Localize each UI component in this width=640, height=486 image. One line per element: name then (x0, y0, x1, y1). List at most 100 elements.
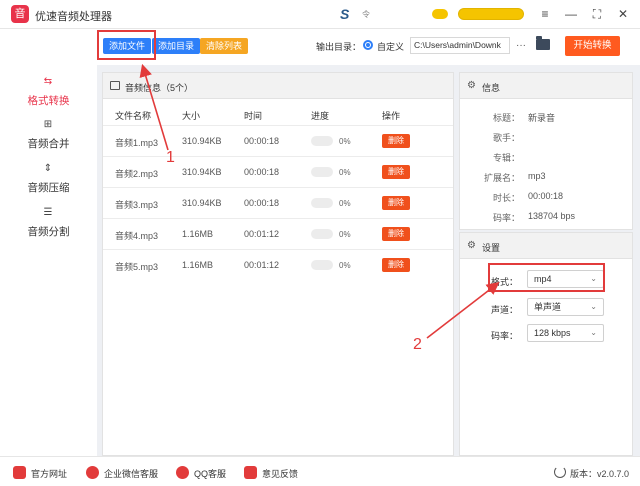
file-name: 音频2.mp3 (115, 169, 159, 179)
gear-icon: ⚙ (467, 240, 476, 251)
delete-button[interactable]: 删除 (382, 196, 410, 210)
file-name: 音频5.mp3 (115, 262, 159, 272)
audio-files-header: 音频信息（5个） (103, 73, 453, 99)
file-time: 00:01:12 (244, 229, 280, 239)
sidebar-item-label: 音频压缩 (27, 182, 70, 194)
audio-files-panel: 音频信息（5个） 文件名称 大小 时间 进度 操作 音频1.mp3 310.94… (102, 72, 454, 456)
channel-value: 单声道 (534, 302, 562, 312)
custom-radio-label[interactable]: 自定义 (377, 40, 404, 53)
file-time: 00:01:12 (244, 260, 280, 270)
column-header-size: 大小 (182, 111, 201, 121)
info-header: ⚙ 信息 (460, 73, 632, 99)
delete-button[interactable]: 删除 (382, 227, 410, 241)
info-key-album: 专辑： (492, 153, 520, 163)
menu-button[interactable]: ≡ (536, 5, 554, 23)
refresh-icon[interactable] (554, 466, 566, 478)
feedback-icon (244, 466, 257, 479)
folder-icon[interactable] (536, 36, 550, 50)
progress-percent: 0% (339, 137, 351, 146)
wechat-icon (86, 466, 99, 479)
sidebar-item-label: 音频分割 (27, 226, 70, 238)
info-value-title: 新录音 (528, 113, 556, 123)
output-dir-label: 输出目录： (316, 42, 362, 52)
info-key-bitrate: 码率： (492, 213, 520, 223)
website-icon (13, 466, 26, 479)
progress-bar (311, 198, 333, 208)
delete-button[interactable]: 删除 (382, 258, 410, 272)
info-value-duration: 00:00:18 (528, 191, 564, 201)
column-header-time: 时间 (244, 111, 263, 121)
app-title: 优速音频处理器 (35, 11, 112, 23)
file-name: 音频4.mp3 (115, 231, 159, 241)
version-label: 版本：v2.0.7.0 (570, 469, 630, 479)
info-value-extension: mp3 (528, 171, 546, 181)
title-highlight-badge (432, 9, 448, 19)
progress-bar (311, 229, 333, 239)
compress-icon: ⇕ (43, 163, 53, 174)
chevron-down-icon: ⌄ (590, 302, 597, 311)
delete-button[interactable]: 删除 (382, 165, 410, 179)
info-key-duration: 时长： (492, 193, 520, 203)
maximize-button[interactable]: ⛶ (588, 5, 606, 23)
progress-percent: 0% (339, 230, 351, 239)
add-folder-button[interactable]: 添加目录 (152, 38, 201, 54)
table-row[interactable]: 音频5.mp3 1.16MB 00:01:12 0% 删除 (103, 249, 453, 280)
browse-more-button[interactable]: ··· (516, 40, 526, 51)
qq-label: QQ客服 (194, 469, 227, 479)
audio-files-title: 音频信息（5个） (125, 83, 194, 93)
info-panel: ⚙ 信息 标题： 新录音 歌手： 专辑： 扩展名： mp3 时长： 00:00:… (459, 72, 633, 230)
column-header-progress: 进度 (311, 111, 330, 121)
info-key-extension: 扩展名： (483, 173, 520, 183)
table-row[interactable]: 音频2.mp3 310.94KB 00:00:18 0% 删除 (103, 156, 453, 187)
website-label: 官方网址 (31, 469, 68, 479)
file-time: 00:00:18 (244, 198, 280, 208)
feedback-label: 意见反馈 (262, 469, 299, 479)
sidebar-item-label: 音频合并 (27, 138, 70, 150)
progress-bar (311, 136, 333, 146)
merge-icon: ⊞ (43, 119, 53, 130)
annotation-number-one: 1 (166, 149, 175, 166)
chevron-down-icon: ⌄ (590, 328, 597, 337)
settings-header: ⚙ 设置 (460, 233, 632, 259)
bitrate-label: 码率： (490, 331, 518, 341)
gear-icon: ⚙ (467, 80, 476, 91)
bitrate-select[interactable]: 128 kbps ⌄ (527, 324, 604, 342)
sidebar-item-audio-compress[interactable]: ⇕ 音频压缩 (0, 162, 97, 202)
output-path-field[interactable]: C:\Users\admin\Downk (410, 37, 510, 54)
custom-radio[interactable] (363, 40, 373, 50)
file-name: 音频3.mp3 (115, 200, 159, 210)
table-row[interactable]: 音频3.mp3 310.94KB 00:00:18 0% 删除 (103, 187, 453, 218)
column-header-actions: 操作 (382, 111, 401, 121)
file-size: 1.16MB (182, 229, 214, 239)
title-bar: 音 优速音频处理器 S 令 ≡ — ⛶ ✕ (0, 0, 640, 29)
settings-title: 设置 (482, 243, 501, 253)
minimize-button[interactable]: — (562, 5, 580, 23)
wechat-label: 企业微信客服 (104, 469, 159, 479)
clear-list-button[interactable]: 清除列表 (200, 38, 249, 54)
footer: 官方网址 企业微信客服 QQ客服 意见反馈 版本：v2.0.7.0 (0, 456, 640, 486)
convert-icon: ⇆ (43, 76, 53, 87)
start-convert-button[interactable]: 开始转换 (565, 36, 620, 56)
info-key-title: 标题： (492, 113, 520, 123)
highlight-box-format (488, 263, 605, 292)
file-time: 00:00:18 (244, 136, 280, 146)
sidebar-item-format-convert[interactable]: ⇆ 格式转换 (0, 75, 97, 115)
highlight-box-add-file (97, 30, 156, 60)
title-highlight-bar (458, 8, 524, 20)
brand-mark-icon: S (340, 6, 350, 22)
brand-small-icon: 令 (362, 10, 370, 19)
info-key-artist: 歌手： (492, 133, 520, 143)
table-row[interactable]: 音频1.mp3 310.94KB 00:00:18 0% 删除 (103, 125, 453, 156)
sidebar-item-audio-split[interactable]: ☰ 音频分割 (0, 206, 97, 246)
table-row[interactable]: 音频4.mp3 1.16MB 00:01:12 0% 删除 (103, 218, 453, 249)
file-time: 00:00:18 (244, 167, 280, 177)
channel-select[interactable]: 单声道 ⌄ (527, 298, 604, 316)
delete-button[interactable]: 删除 (382, 134, 410, 148)
bitrate-value: 128 kbps (534, 328, 571, 338)
progress-bar (311, 260, 333, 270)
progress-percent: 0% (339, 261, 351, 270)
close-button[interactable]: ✕ (614, 5, 632, 23)
qq-icon (176, 466, 189, 479)
sidebar-item-audio-merge[interactable]: ⊞ 音频合并 (0, 118, 97, 158)
file-size: 310.94KB (182, 198, 222, 208)
